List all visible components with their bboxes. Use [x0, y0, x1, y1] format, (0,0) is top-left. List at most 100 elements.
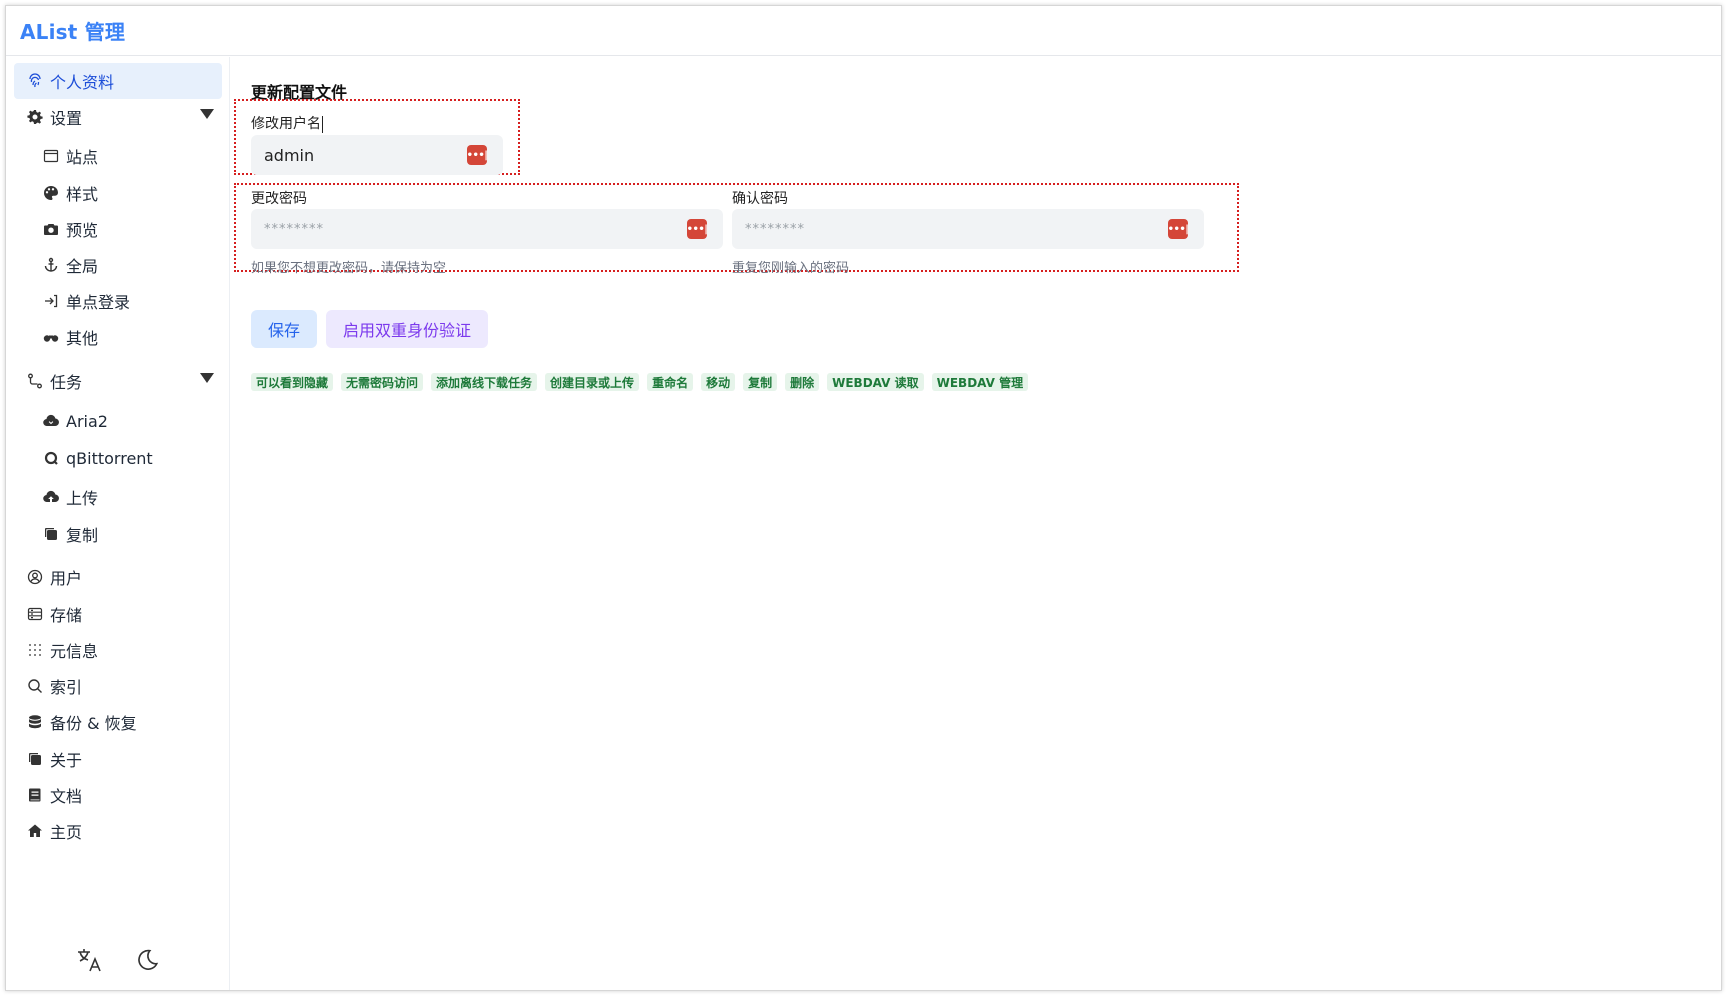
sidebar-item-label: 文档 — [50, 787, 83, 806]
enable-2fa-button[interactable]: 启用双重身份验证 — [326, 310, 488, 348]
permission-tags: 可以看到隐藏 无需密码访问 添加离线下载任务 创建目录或上传 重命名 移动 复制… — [251, 373, 1029, 391]
grid-dots-icon — [26, 641, 44, 659]
password-placeholder: ******** — [264, 221, 324, 237]
password-manager-icon[interactable]: •••| — [687, 219, 708, 239]
permission-badge: 移动 — [701, 373, 736, 391]
permission-badge: 创建目录或上传 — [545, 373, 640, 391]
user-circle-icon — [26, 568, 44, 586]
sidebar-item-docs[interactable]: 文档 — [14, 777, 222, 813]
sidebar-item-label: 用户 — [50, 569, 83, 588]
sidebar-item-about[interactable]: 关于 — [14, 741, 222, 777]
sidebar-item-aria2[interactable]: Aria2 — [14, 403, 222, 439]
password-hint: 如果您不想更改密码，请保持为空 — [251, 261, 447, 276]
save-button[interactable]: 保存 — [251, 310, 317, 348]
sidebar-item-upload[interactable]: 上传 — [14, 479, 222, 515]
sidebar-item-label: 主页 — [50, 823, 83, 842]
sidebar-item-home[interactable]: 主页 — [14, 813, 222, 849]
brand-title[interactable]: AList 管理 — [20, 16, 125, 45]
sidebar-item-copy[interactable]: 复制 — [14, 516, 222, 552]
password-input[interactable]: ******** •••| — [251, 209, 723, 249]
permission-badge: 无需密码访问 — [341, 373, 424, 391]
permission-badge: 可以看到隐藏 — [251, 373, 334, 391]
book-icon — [26, 786, 44, 804]
sidebar-item-label: 元信息 — [50, 642, 99, 661]
sidebar-item-label: 样式 — [66, 185, 99, 204]
confirm-password-label: 确认密码 — [732, 191, 788, 207]
username-label: 修改用户名 — [251, 115, 323, 133]
sidebar-item-sso[interactable]: 单点登录 — [14, 283, 222, 319]
sidebar-item-label: 全局 — [66, 257, 99, 276]
sidebar-item-backup[interactable]: 备份 & 恢复 — [14, 704, 222, 740]
sidebar-item-style[interactable]: 样式 — [14, 175, 222, 211]
window-icon — [42, 147, 60, 165]
sidebar-item-users[interactable]: 用户 — [14, 559, 222, 595]
camera-icon — [42, 220, 60, 238]
sidebar-item-label: 预览 — [66, 221, 99, 240]
chevron-down-icon[interactable] — [200, 373, 214, 383]
sidebar-item-label: qBittorrent — [66, 448, 153, 468]
password-manager-icon[interactable]: •••| — [467, 145, 488, 165]
route-icon — [26, 372, 44, 390]
permission-badge: 删除 — [785, 373, 820, 391]
database-icon — [26, 713, 44, 731]
sidebar-item-site[interactable]: 站点 — [14, 138, 222, 174]
sidebar-item-label: 备份 & 恢复 — [50, 714, 137, 733]
login-icon — [42, 292, 60, 310]
sidebar-item-other[interactable]: 其他 — [14, 319, 222, 355]
anchor-icon — [42, 256, 60, 274]
copy-icon — [42, 525, 60, 543]
sidebar-item-label: 站点 — [66, 148, 99, 167]
sidebar-item-label: 单点登录 — [66, 293, 131, 312]
sidebar-item-profile[interactable]: 个人资料 — [14, 63, 222, 99]
search-icon — [26, 677, 44, 695]
permission-badge: WEBDAV 管理 — [931, 373, 1029, 391]
moon-icon[interactable] — [130, 943, 164, 977]
sidebar-item-qbittorrent[interactable]: qBittorrent — [14, 440, 222, 476]
sidebar-item-label: 关于 — [50, 751, 83, 770]
sidebar-item-label: 存储 — [50, 606, 83, 625]
username-input[interactable]: admin •••| — [251, 135, 503, 175]
confirm-password-hint: 重复您刚输入的密码 — [732, 261, 850, 276]
permission-badge: 添加离线下载任务 — [431, 373, 538, 391]
top-bar: AList 管理 — [6, 6, 1721, 56]
sidebar-item-label: 设置 — [50, 109, 83, 128]
cloud-upload-icon — [42, 488, 60, 506]
confirm-password-placeholder: ******** — [745, 221, 805, 237]
sidebar-item-tasks[interactable]: 任务 — [14, 363, 222, 399]
sidebar-footer — [6, 940, 230, 980]
chevron-down-icon[interactable] — [200, 109, 214, 119]
sidebar-item-index[interactable]: 索引 — [14, 668, 222, 704]
cloud-download-icon — [42, 412, 60, 430]
storage-icon — [26, 605, 44, 623]
permission-badge: 复制 — [743, 373, 778, 391]
palette-icon — [42, 184, 60, 202]
sidebar-item-preview[interactable]: 预览 — [14, 211, 222, 247]
home-icon — [26, 822, 44, 840]
password-label: 更改密码 — [251, 191, 307, 207]
sidebar-item-label: Aria2 — [66, 411, 108, 431]
permission-badge: 重命名 — [647, 373, 694, 391]
copy-icon — [26, 750, 44, 768]
confirm-password-input[interactable]: ******** •••| — [732, 209, 1204, 249]
sidebar-item-label: 索引 — [50, 678, 83, 697]
sidebar-item-label: 复制 — [66, 526, 99, 545]
sidebar-item-label: 个人资料 — [50, 73, 115, 92]
qbittorrent-icon — [42, 449, 60, 467]
gear-icon — [26, 108, 44, 126]
app-window: AList 管理 个人资料 设置 站点 样式 预览 全局 单点登录 其他 任务 … — [5, 5, 1722, 991]
sidebar-item-label: 上传 — [66, 489, 99, 508]
translate-icon[interactable] — [72, 943, 106, 977]
sidebar: 个人资料 设置 站点 样式 预览 全局 单点登录 其他 任务 Aria2 qBi… — [6, 57, 230, 990]
sidebar-item-meta[interactable]: 元信息 — [14, 632, 222, 668]
password-manager-icon[interactable]: •••| — [1168, 219, 1189, 239]
sidebar-item-label: 任务 — [50, 373, 83, 392]
username-value: admin — [264, 145, 315, 165]
binoculars-icon — [42, 328, 60, 346]
main-content: 更新配置文件 修改用户名 admin •••| 更改密码 ******** ••… — [231, 57, 1721, 990]
sidebar-item-label: 其他 — [66, 329, 99, 348]
permission-badge: WEBDAV 读取 — [827, 373, 924, 391]
fingerprint-icon — [26, 72, 44, 90]
sidebar-item-global[interactable]: 全局 — [14, 247, 222, 283]
sidebar-item-storage[interactable]: 存储 — [14, 596, 222, 632]
sidebar-item-settings[interactable]: 设置 — [14, 99, 222, 135]
